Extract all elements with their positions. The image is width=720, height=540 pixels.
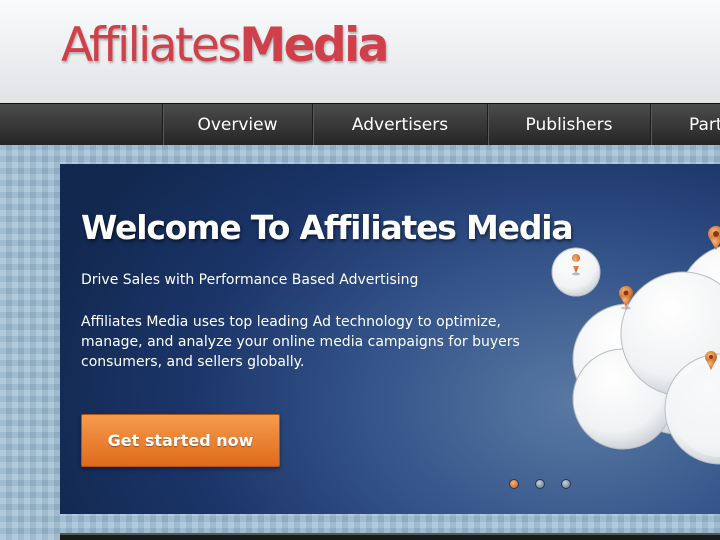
nav-item-label: Advertisers	[351, 115, 449, 135]
nav-item-advertisers[interactable]: Advertisers	[312, 104, 487, 145]
hero-banner: Welcome To Affiliates Media Drive Sales …	[60, 164, 720, 514]
hero-title: Welcome To Affiliates Media	[81, 208, 574, 247]
map-pin-icon	[708, 226, 720, 250]
content-panel-edge	[60, 533, 720, 540]
slide-indicator-2[interactable]	[535, 479, 545, 489]
logo-text-media: Media	[239, 18, 389, 73]
site-header: AffiliatesMedia	[0, 0, 720, 103]
logo-text-affiliates: Affiliates	[61, 18, 242, 73]
hero-description: Affiliates Media uses top leading Ad tec…	[81, 314, 520, 370]
nav-item-label: Overview	[197, 115, 278, 135]
nav-item-label: Publishers	[525, 115, 613, 135]
nav-item-overview[interactable]: Overview	[162, 104, 312, 145]
main-navigation: Overview Advertisers Publishers Part	[0, 103, 720, 145]
nav-item-publishers[interactable]: Publishers	[487, 104, 650, 145]
get-started-button[interactable]: Get started now	[81, 414, 280, 467]
site-logo[interactable]: AffiliatesMedia	[61, 22, 390, 69]
hero-subtitle: Drive Sales with Performance Based Adver…	[81, 272, 419, 288]
slide-indicator-1[interactable]	[509, 479, 519, 489]
nav-item-label: Part	[689, 115, 720, 135]
nav-item-partners[interactable]: Part	[650, 104, 720, 145]
cloud-map-illustration	[551, 226, 720, 465]
get-started-label: Get started now	[107, 431, 254, 450]
slide-indicator-3[interactable]	[561, 479, 571, 489]
